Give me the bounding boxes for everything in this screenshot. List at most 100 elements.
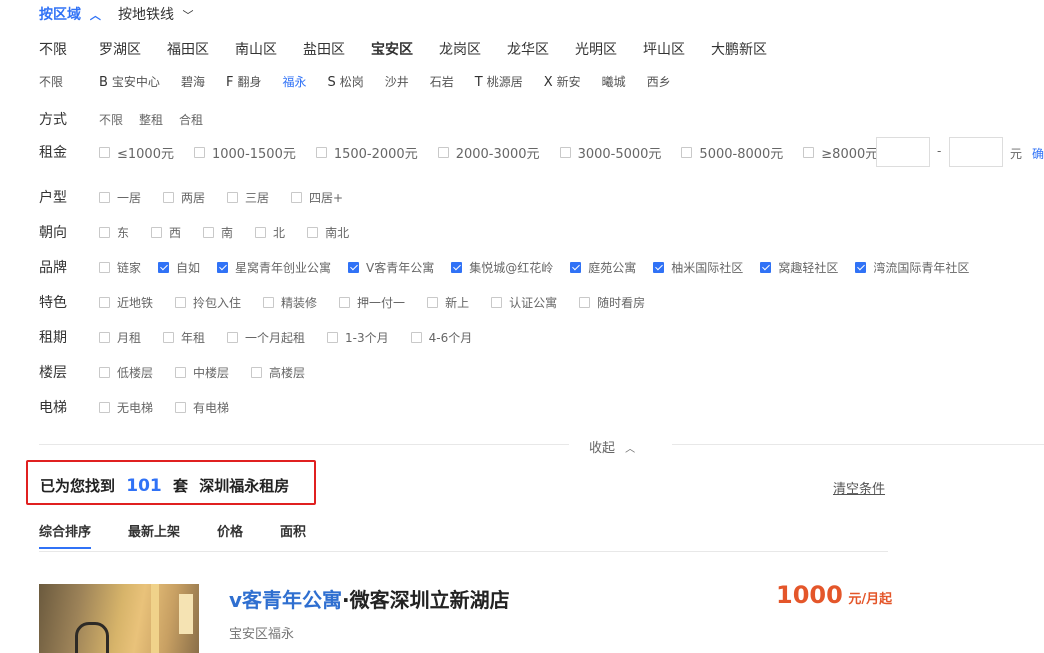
district-8[interactable]: 光明区 xyxy=(575,39,617,59)
checkbox[interactable] xyxy=(559,146,571,158)
filter-option[interactable]: 近地铁 xyxy=(99,294,153,311)
checkbox[interactable] xyxy=(203,226,215,238)
filter-option[interactable]: V客青年公寓 xyxy=(348,259,434,276)
checkbox[interactable] xyxy=(315,146,327,158)
filter-option[interactable]: 湾流国际青年社区 xyxy=(855,259,969,276)
checkbox[interactable] xyxy=(251,366,263,378)
filter-option[interactable]: 北 xyxy=(255,224,285,241)
checkbox[interactable] xyxy=(491,296,503,308)
filter-option[interactable]: 随时看房 xyxy=(579,294,645,311)
filter-option[interactable]: 中楼层 xyxy=(175,364,229,381)
checkbox[interactable] xyxy=(175,401,187,413)
price-min-input[interactable] xyxy=(876,137,930,167)
rent-option-6[interactable]: ≥8000元 xyxy=(803,143,878,162)
price-confirm-button[interactable]: 确 xyxy=(1032,145,1044,162)
sort-tab-default[interactable]: 综合排序 xyxy=(39,521,91,540)
checkbox[interactable] xyxy=(803,146,815,158)
district-6[interactable]: 龙岗区 xyxy=(439,39,481,59)
collapse-button[interactable]: 收起 ︿ xyxy=(589,437,635,456)
rent-option-2[interactable]: 1500-2000元 xyxy=(315,143,418,162)
checkbox[interactable] xyxy=(163,331,175,343)
filter-option[interactable]: 西 xyxy=(151,224,181,241)
checkbox[interactable] xyxy=(163,191,175,203)
district-7[interactable]: 龙华区 xyxy=(507,39,549,59)
filter-option[interactable]: 一个月起租 xyxy=(227,329,305,346)
filter-option[interactable]: 押一付一 xyxy=(339,294,405,311)
subarea-1[interactable]: B 宝安中心 xyxy=(99,73,160,90)
checkbox[interactable] xyxy=(99,366,110,378)
district-0[interactable]: 不限 xyxy=(39,39,99,59)
filter-option[interactable]: 链家 xyxy=(99,259,141,276)
checkbox[interactable] xyxy=(151,226,163,238)
checkbox[interactable] xyxy=(760,261,772,273)
checkbox[interactable] xyxy=(348,261,360,273)
filter-option[interactable]: 无电梯 xyxy=(99,399,153,416)
clear-filters-link[interactable]: 清空条件 xyxy=(833,478,885,497)
checkbox[interactable] xyxy=(291,191,303,203)
filter-option[interactable]: 新上 xyxy=(427,294,469,311)
filter-option[interactable]: 高楼层 xyxy=(251,364,305,381)
filter-option[interactable]: 有电梯 xyxy=(175,399,229,416)
filter-option[interactable]: 星窝青年创业公寓 xyxy=(217,259,331,276)
filter-option[interactable]: 南北 xyxy=(307,224,349,241)
filter-option[interactable]: 4-6个月 xyxy=(410,329,472,346)
filter-option[interactable]: 精装修 xyxy=(263,294,317,311)
mode-option-1[interactable]: 整租 xyxy=(139,111,163,128)
price-max-input[interactable] xyxy=(949,137,1003,167)
subarea-2[interactable]: 碧海 xyxy=(181,73,205,90)
checkbox[interactable] xyxy=(99,261,110,273)
checkbox[interactable] xyxy=(410,331,422,343)
checkbox[interactable] xyxy=(681,146,693,158)
district-4[interactable]: 盐田区 xyxy=(303,39,345,59)
subarea-11[interactable]: 西乡 xyxy=(647,73,671,90)
checkbox[interactable] xyxy=(579,296,591,308)
checkbox[interactable] xyxy=(339,296,351,308)
rent-option-3[interactable]: 2000-3000元 xyxy=(437,143,540,162)
checkbox[interactable] xyxy=(99,146,110,158)
rent-option-5[interactable]: 5000-8000元 xyxy=(681,143,783,162)
checkbox[interactable] xyxy=(99,401,110,413)
tab-by-area[interactable]: 按区域 ︿ xyxy=(39,4,101,24)
district-5[interactable]: 宝安区 xyxy=(371,39,413,59)
checkbox[interactable] xyxy=(570,261,582,273)
tab-by-subway[interactable]: 按地铁线 ﹀ xyxy=(118,4,193,24)
checkbox[interactable] xyxy=(99,226,110,238)
checkbox[interactable] xyxy=(653,261,665,273)
subarea-5[interactable]: S 松岗 xyxy=(327,73,363,90)
filter-option[interactable]: 集悦城@红花岭 xyxy=(451,259,553,276)
filter-option[interactable]: 1-3个月 xyxy=(327,329,389,346)
subarea-9[interactable]: X 新安 xyxy=(544,73,581,90)
sort-tab-area[interactable]: 面积 xyxy=(280,521,306,540)
subarea-10[interactable]: 曦城 xyxy=(602,73,626,90)
filter-option[interactable]: 一居 xyxy=(99,189,141,206)
district-3[interactable]: 南山区 xyxy=(235,39,277,59)
filter-option[interactable]: 三居 xyxy=(227,189,269,206)
subarea-7[interactable]: 石岩 xyxy=(430,73,454,90)
rent-option-0[interactable]: ≤1000元 xyxy=(99,143,174,162)
checkbox[interactable] xyxy=(451,261,463,273)
filter-option[interactable]: 庭苑公寓 xyxy=(570,259,636,276)
filter-option[interactable]: 年租 xyxy=(163,329,205,346)
checkbox[interactable] xyxy=(175,296,187,308)
subarea-3[interactable]: F 翻身 xyxy=(226,73,262,90)
listing-thumbnail[interactable] xyxy=(39,584,199,653)
district-1[interactable]: 罗湖区 xyxy=(99,39,141,59)
checkbox[interactable] xyxy=(217,261,229,273)
district-2[interactable]: 福田区 xyxy=(167,39,209,59)
subarea-0[interactable]: 不限 xyxy=(39,73,99,90)
district-9[interactable]: 坪山区 xyxy=(643,39,685,59)
checkbox[interactable] xyxy=(227,191,239,203)
filter-option[interactable]: 四居+ xyxy=(291,189,343,206)
mode-option-0[interactable]: 不限 xyxy=(99,111,123,128)
listing-title[interactable]: v客青年公寓·微客深圳立新湖店 xyxy=(229,584,510,613)
filter-option[interactable]: 南 xyxy=(203,224,233,241)
checkbox[interactable] xyxy=(227,331,239,343)
filter-option[interactable]: 柚米国际社区 xyxy=(653,259,743,276)
checkbox[interactable] xyxy=(99,191,110,203)
mode-option-2[interactable]: 合租 xyxy=(179,111,203,128)
checkbox[interactable] xyxy=(437,146,449,158)
subarea-4[interactable]: 福永 xyxy=(282,73,306,90)
checkbox[interactable] xyxy=(99,331,110,343)
filter-option[interactable]: 两居 xyxy=(163,189,205,206)
checkbox[interactable] xyxy=(158,261,170,273)
